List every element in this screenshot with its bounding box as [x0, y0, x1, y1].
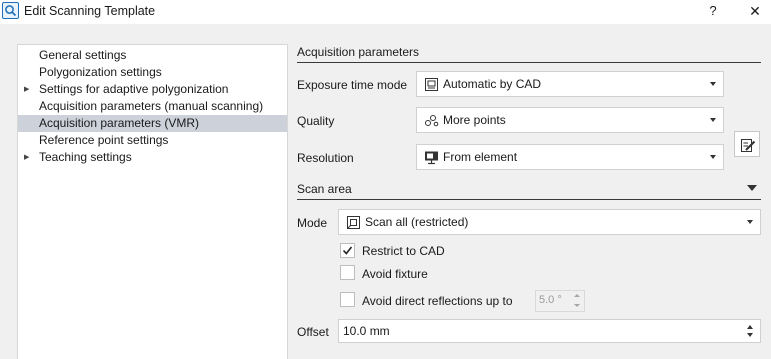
section-divider	[297, 199, 761, 200]
resolution-label: Resolution	[297, 151, 354, 165]
tree-item-acquisition-manual[interactable]: Acquisition parameters (manual scanning)	[18, 98, 287, 115]
close-button[interactable]: ✕	[745, 2, 765, 22]
chevron-down-icon	[710, 82, 716, 86]
quality-label: Quality	[297, 114, 335, 128]
collapse-section-icon[interactable]	[747, 185, 757, 191]
spin-up-icon[interactable]	[574, 294, 580, 297]
tree-item-general-settings[interactable]: General settings	[18, 47, 287, 64]
tree-item-reference-point-settings[interactable]: Reference point settings	[18, 132, 287, 149]
spin-value: 5.0 °	[539, 294, 562, 306]
tree-item-label: Teaching settings	[39, 150, 132, 164]
scan-area-icon	[346, 215, 361, 230]
tree-item-label: Polygonization settings	[39, 65, 162, 79]
expand-arrow-icon[interactable]: ▶	[24, 81, 32, 98]
section-divider	[297, 62, 761, 63]
tree-item-label: Settings for adaptive polygonization	[39, 82, 229, 96]
chevron-down-icon	[747, 220, 753, 224]
avoid-fixture-checkbox[interactable]	[340, 265, 355, 280]
restrict-to-cad-label: Restrict to CAD	[362, 244, 445, 258]
chevron-down-icon	[710, 118, 716, 122]
scan-mode-combo[interactable]: Scan all (restricted)	[338, 209, 761, 235]
tree-item-label: Acquisition parameters (VMR)	[39, 116, 200, 130]
tree-item-label: Reference point settings	[39, 133, 169, 147]
section-header-acquisition: Acquisition parameters	[297, 45, 420, 59]
section-header-scan-area: Scan area	[297, 182, 352, 196]
offset-value: 10.0 mm	[343, 324, 390, 338]
combo-value: From element	[443, 150, 518, 164]
window-title: Edit Scanning Template	[24, 4, 156, 18]
tree-item-teaching-settings[interactable]: ▶ Teaching settings	[18, 149, 287, 166]
combo-value: More points	[443, 113, 506, 127]
spin-down-icon[interactable]	[574, 304, 580, 307]
combo-value: Automatic by CAD	[443, 77, 542, 91]
spin-down-icon[interactable]	[747, 333, 753, 337]
avoid-reflections-label: Avoid direct reflections up to	[362, 294, 513, 308]
restrict-to-cad-checkbox[interactable]	[340, 243, 355, 258]
settings-tree: General settings Polygonization settings…	[17, 44, 288, 359]
expand-arrow-icon[interactable]: ▶	[24, 149, 32, 166]
reflection-angle-spinbox[interactable]: 5.0 °	[535, 290, 585, 312]
dialog-body: General settings Polygonization settings…	[0, 24, 771, 359]
tree-item-polygonization-settings[interactable]: Polygonization settings	[18, 64, 287, 81]
avoid-reflections-checkbox[interactable]	[340, 292, 355, 307]
resolution-monitor-icon	[424, 150, 439, 165]
avoid-fixture-label: Avoid fixture	[362, 267, 428, 281]
exposure-time-mode-label: Exposure time mode	[297, 78, 408, 92]
help-button[interactable]: ?	[703, 2, 723, 22]
tree-item-label: Acquisition parameters (manual scanning)	[39, 99, 264, 113]
cad-exposure-icon	[424, 77, 439, 92]
tree-item-label: General settings	[39, 48, 127, 62]
offset-spinbox[interactable]: 10.0 mm	[338, 319, 761, 343]
search-icon	[2, 2, 19, 19]
chevron-down-icon	[710, 155, 716, 159]
title-bar: Edit Scanning Template ? ✕	[0, 0, 771, 24]
offset-label: Offset	[297, 325, 329, 339]
edit-quality-button[interactable]	[734, 131, 760, 157]
combo-value: Scan all (restricted)	[365, 215, 469, 229]
quality-combo[interactable]: More points	[416, 107, 724, 133]
tree-item-acquisition-vmr[interactable]: Acquisition parameters (VMR)	[18, 115, 287, 132]
resolution-combo[interactable]: From element	[416, 144, 724, 170]
exposure-time-mode-combo[interactable]: Automatic by CAD	[416, 71, 724, 97]
spin-up-icon[interactable]	[747, 325, 753, 329]
tree-item-adaptive-polygonization[interactable]: ▶ Settings for adaptive polygonization	[18, 81, 287, 98]
points-icon	[424, 113, 439, 128]
mode-label: Mode	[297, 216, 328, 230]
